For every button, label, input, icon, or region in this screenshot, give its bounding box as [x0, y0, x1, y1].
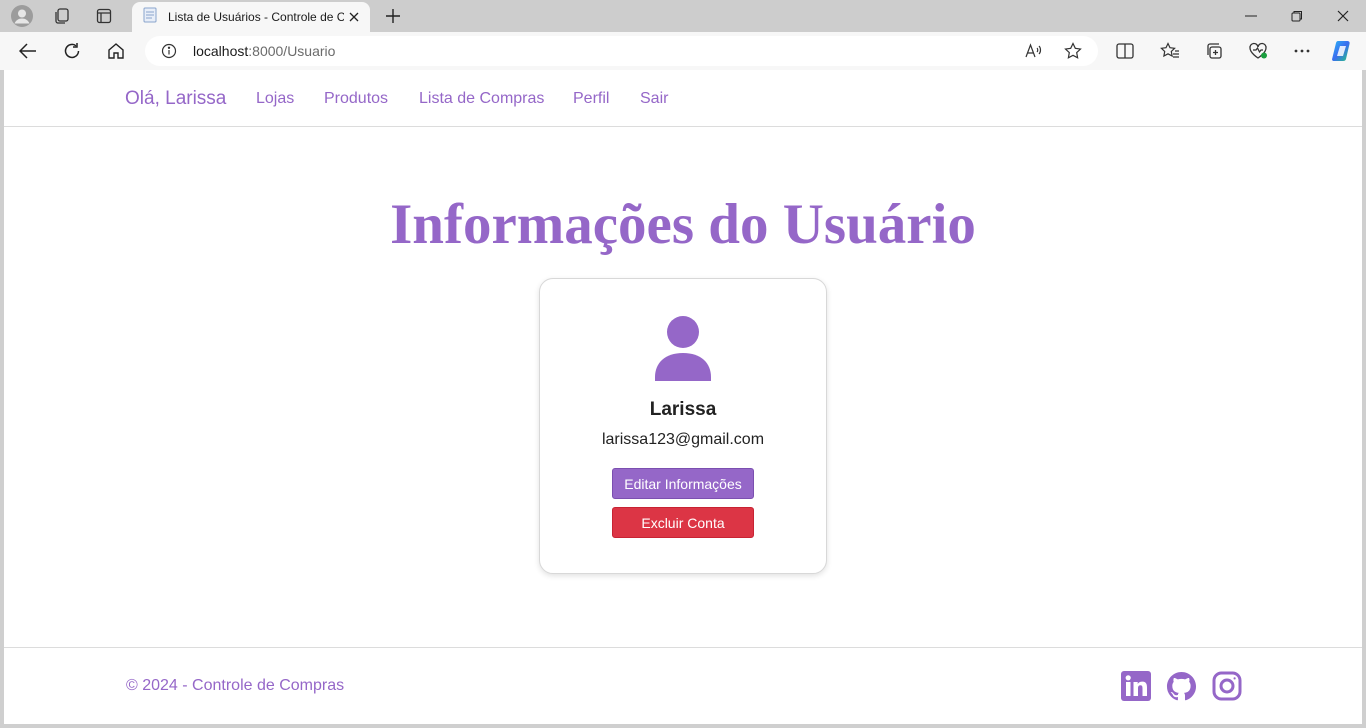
new-tab-icon[interactable] [380, 4, 406, 28]
instagram-icon[interactable] [1212, 671, 1242, 701]
user-name: Larissa [649, 399, 717, 420]
profile-avatar-icon[interactable] [9, 4, 35, 28]
user-card: Larissa larissa123@gmail.com Editar Info… [539, 278, 827, 574]
nav-link-produtos[interactable]: Produtos [324, 90, 388, 108]
restore-icon[interactable] [1282, 4, 1312, 28]
nav-link-sair[interactable]: Sair [640, 90, 668, 108]
address-bar[interactable]: localhost:8000/Usuario [145, 36, 1098, 66]
page-viewport: Olá, Larissa Lojas Produtos Lista de Com… [4, 70, 1362, 724]
favorite-star-icon[interactable] [1062, 41, 1084, 61]
read-aloud-icon[interactable] [1023, 41, 1045, 61]
user-email: larissa123@gmail.com [601, 431, 765, 448]
split-screen-icon[interactable] [1110, 37, 1140, 65]
reload-icon[interactable] [57, 37, 87, 65]
minimize-icon[interactable] [1236, 4, 1266, 28]
github-icon[interactable] [1166, 671, 1197, 701]
browser-tab-bar: Lista de Usuários - Controle de C [0, 0, 1366, 32]
linkedin-icon[interactable] [1121, 671, 1151, 701]
url-path: :8000/Usuario [248, 43, 336, 59]
workspaces-icon[interactable] [49, 4, 75, 28]
copilot-icon[interactable] [1328, 37, 1358, 65]
collections-icon[interactable] [1199, 37, 1229, 65]
close-window-icon[interactable] [1328, 4, 1358, 28]
url-host: localhost [193, 43, 249, 59]
active-tab[interactable]: Lista de Usuários - Controle de C [132, 2, 370, 32]
footer-copyright: © 2024 - Controle de Compras [126, 677, 345, 694]
site-info-icon[interactable] [161, 43, 177, 59]
browser-essentials-icon[interactable] [1243, 37, 1273, 65]
tab-actions-icon[interactable] [91, 4, 117, 28]
site-navbar: Olá, Larissa Lojas Produtos Lista de Com… [4, 70, 1362, 127]
page-favicon-icon [142, 7, 158, 28]
nav-link-lojas[interactable]: Lojas [256, 90, 294, 108]
favorites-icon[interactable] [1155, 37, 1185, 65]
close-tab-icon[interactable] [346, 9, 362, 25]
user-avatar-icon [653, 315, 713, 381]
edit-info-button[interactable]: Editar Informações [612, 468, 754, 499]
url-text: localhost:8000/Usuario [193, 43, 335, 59]
browser-toolbar: localhost:8000/Usuario [0, 32, 1366, 70]
nav-link-lista-de-compras[interactable]: Lista de Compras [419, 90, 544, 108]
nav-link-perfil[interactable]: Perfil [573, 90, 609, 108]
site-footer: © 2024 - Controle de Compras [4, 647, 1362, 724]
home-icon[interactable] [101, 37, 131, 65]
navbar-brand[interactable]: Olá, Larissa [125, 88, 226, 110]
back-icon[interactable] [13, 37, 43, 65]
page-title: Informações do Usuário [390, 193, 976, 256]
delete-account-button[interactable]: Excluir Conta [612, 507, 754, 538]
more-options-icon[interactable] [1287, 37, 1317, 65]
tab-title: Lista de Usuários - Controle de C [168, 10, 344, 24]
